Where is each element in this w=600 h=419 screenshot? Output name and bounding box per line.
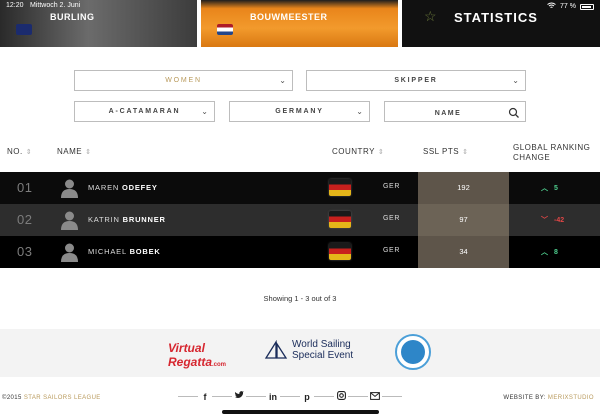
hero-card-name: BOUWMEESTER xyxy=(250,12,328,22)
twitter-icon[interactable] xyxy=(232,391,246,402)
ssl-points: 192 xyxy=(418,172,509,204)
status-bar: 12:20 Mittwoch 2. Juni 77 % xyxy=(0,0,600,12)
sail-icon xyxy=(264,340,288,359)
sailor-name[interactable]: MICHAEL BOBEK xyxy=(88,247,161,256)
search-icon[interactable] xyxy=(508,106,520,118)
arrow-up-icon: ︿ xyxy=(541,249,548,256)
global-ranking-change: ︿ 5 xyxy=(541,185,558,192)
row-rank: 01 xyxy=(17,180,33,195)
table-row[interactable]: 03 MICHAEL BOBEK GER 34 ︿ 8 xyxy=(0,236,600,268)
status-date: Mittwoch 2. Juni xyxy=(30,2,81,9)
chevron-down-icon: ⌄ xyxy=(201,107,208,116)
sort-icon: ⇕ xyxy=(462,149,469,156)
ssl-points: 97 xyxy=(418,204,509,236)
arrow-up-icon: ︿ xyxy=(541,185,548,192)
avatar xyxy=(60,242,79,262)
table-row[interactable]: 02 KATRIN BRUNNER GER 97 ﹀ -42 xyxy=(0,204,600,236)
hero-card-name: BURLING xyxy=(50,12,95,22)
ssl-points: 34 xyxy=(418,236,509,268)
battery-level: 77 % xyxy=(560,3,576,10)
partner-seal-logo[interactable] xyxy=(395,334,431,370)
copyright: ©2015 STAR SAILORS LEAGUE xyxy=(2,395,101,401)
status-time: 12:20 xyxy=(6,2,24,9)
netherlands-flag-icon xyxy=(217,24,233,35)
sort-icon: ⇕ xyxy=(85,149,92,156)
germany-flag-icon xyxy=(329,211,351,228)
role-select[interactable]: SKIPPER ⌄ xyxy=(306,70,526,91)
column-header-country[interactable]: COUNTRY ⇕ xyxy=(332,147,384,156)
row-rank: 02 xyxy=(17,212,33,227)
avatar xyxy=(60,210,79,230)
global-ranking-change: ︿ 8 xyxy=(541,249,558,256)
avatar xyxy=(60,178,79,198)
results-count: Showing 1 - 3 out of 3 xyxy=(263,294,337,303)
linkedin-icon[interactable]: in xyxy=(266,392,280,402)
website-credit: WEBSITE BY: MERIXSTUDIO xyxy=(503,395,594,401)
wifi-icon xyxy=(547,2,556,11)
name-search-input[interactable] xyxy=(385,104,525,123)
new-zealand-flag-icon xyxy=(16,24,32,35)
sponsors-bar: Virtual Regatta.com World Sailing Specia… xyxy=(0,329,600,377)
column-header-ssl-pts[interactable]: SSL PTS ⇕ xyxy=(423,147,468,156)
arrow-down-icon: ﹀ xyxy=(541,217,548,224)
pinterest-icon[interactable]: p xyxy=(300,392,314,402)
table-row[interactable]: 01 MAREN ODEFEY GER 192 ︿ 5 xyxy=(0,172,600,204)
country-code: GER xyxy=(383,247,400,254)
social-links: f in p xyxy=(178,391,402,402)
world-sailing-logo[interactable]: World Sailing Special Event xyxy=(264,339,353,361)
statistics-title: STATISTICS xyxy=(454,10,538,25)
name-search xyxy=(384,101,526,123)
gender-select[interactable]: WOMEN ⌄ xyxy=(74,70,293,91)
sailor-name[interactable]: KATRIN BRUNNER xyxy=(88,215,166,224)
mail-icon[interactable] xyxy=(368,391,382,402)
germany-flag-icon xyxy=(329,243,351,260)
battery-icon xyxy=(580,3,594,10)
column-header-global-ranking[interactable]: GLOBAL RANKING CHANGE xyxy=(513,143,590,163)
chevron-down-icon: ⌄ xyxy=(279,76,286,85)
facebook-icon[interactable]: f xyxy=(198,392,212,402)
instagram-icon[interactable] xyxy=(334,391,348,402)
virtual-regatta-logo[interactable]: Virtual Regatta.com xyxy=(168,341,226,369)
sailor-name[interactable]: MAREN ODEFEY xyxy=(88,183,158,192)
column-header-name[interactable]: NAME ⇕ xyxy=(57,147,92,156)
boat-class-select[interactable]: A-CATAMARAN ⌄ xyxy=(74,101,215,122)
country-code: GER xyxy=(383,183,400,190)
sort-icon: ⇕ xyxy=(25,149,33,156)
home-indicator[interactable] xyxy=(222,410,379,414)
global-ranking-change: ﹀ -42 xyxy=(541,217,565,224)
germany-flag-icon xyxy=(329,179,351,196)
chevron-down-icon: ⌄ xyxy=(356,107,363,116)
sort-icon: ⇕ xyxy=(377,149,385,156)
chevron-down-icon: ⌄ xyxy=(512,76,519,85)
column-header-no[interactable]: NO. ⇕ xyxy=(7,147,32,156)
row-rank: 03 xyxy=(17,244,33,259)
country-select[interactable]: GERMANY ⌄ xyxy=(229,101,370,122)
country-code: GER xyxy=(383,215,400,222)
